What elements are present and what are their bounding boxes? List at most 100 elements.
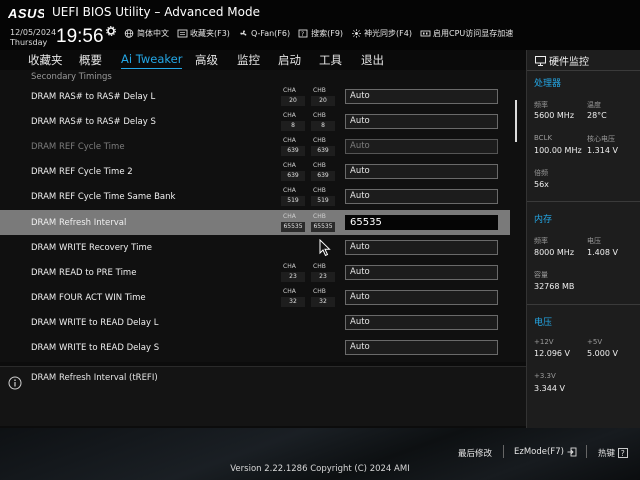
channel-a-value: 639: [281, 171, 305, 182]
aura-icon: [352, 29, 362, 38]
cpu-freq-label: 频率: [534, 101, 548, 109]
channel-a-value: 8: [281, 121, 305, 132]
day-text: Thursday: [10, 38, 48, 47]
channel-a-label: CHA: [283, 112, 296, 120]
v5-value: 5.000 V: [587, 349, 618, 358]
last-modified-button[interactable]: 最后修改: [458, 447, 492, 459]
setting-row[interactable]: DRAM WRITE Recovery Time Auto: [0, 235, 510, 260]
memory-icon: [420, 30, 431, 37]
hw-monitor-title: 硬件监控: [535, 53, 589, 68]
tab-boot[interactable]: 启动: [278, 52, 301, 68]
setting-value-input[interactable]: Auto: [345, 239, 498, 255]
setting-value-input[interactable]: Auto: [345, 289, 498, 305]
search-button[interactable]: ? 搜索(F9): [298, 28, 343, 39]
channel-a-label: CHA: [283, 137, 296, 145]
channel-b: CHB 32: [311, 287, 335, 307]
channel-b-value: 23: [311, 271, 335, 282]
setting-value-input[interactable]: Auto: [345, 314, 498, 330]
gear-icon[interactable]: [106, 26, 116, 36]
tab-monitor[interactable]: 监控: [237, 52, 260, 68]
ezmode-label: EzMode(F7): [514, 447, 564, 457]
memory-section-title: 内存: [534, 215, 553, 225]
tab-main[interactable]: 概要: [79, 52, 102, 68]
tab-exit[interactable]: 退出: [361, 52, 384, 68]
monitor-icon: [535, 55, 546, 66]
mem-volt-value: 1.408 V: [587, 248, 618, 257]
channel-b-label: CHB: [313, 137, 326, 145]
channel-a-label: CHA: [283, 262, 296, 270]
ezmode-button[interactable]: EzMode(F7): [514, 447, 577, 457]
setting-row[interactable]: DRAM REF Cycle Time Same Bank CHA 519 CH…: [0, 184, 510, 209]
language-button[interactable]: 简体中文: [124, 28, 169, 39]
bclk-value: 100.00 MHz: [534, 146, 582, 155]
tab-ai-tweaker[interactable]: Ai Tweaker: [121, 52, 183, 69]
language-label: 简体中文: [137, 29, 169, 38]
last-modified-label: 最后修改: [458, 449, 493, 459]
setting-label: DRAM Refresh Interval: [31, 217, 127, 228]
channel-a-value: 32: [281, 296, 305, 307]
channel-a-label: CHA: [283, 162, 296, 170]
channel-a-label: CHA: [283, 212, 296, 220]
fan-icon: [240, 30, 247, 36]
favorites-button[interactable]: 收藏夹(F3): [177, 28, 230, 39]
setting-row[interactable]: DRAM WRITE to READ Delay L Auto: [0, 310, 510, 335]
main-nav: 收藏夹 概要 Ai Tweaker 高级 监控 启动 工具 退出: [0, 50, 526, 70]
setting-value-input[interactable]: Auto: [345, 89, 498, 104]
setting-row[interactable]: DRAM RAS# to RAS# Delay S CHA 8 CHB 8 Au…: [0, 109, 510, 134]
date-display[interactable]: 12/05/2024 Thursday: [10, 28, 56, 48]
setting-value-input[interactable]: Auto: [345, 114, 498, 130]
channel-b-label: CHB: [313, 212, 326, 220]
setting-row[interactable]: DRAM FOUR ACT WIN Time CHA 32 CHB 32 Aut…: [0, 285, 510, 310]
channel-b: CHB 639: [311, 161, 335, 182]
setting-label: DRAM READ to PRE Time: [31, 267, 137, 278]
clock[interactable]: 19:56: [56, 26, 104, 48]
setting-row[interactable]: DRAM REF Cycle Time 2 CHA 639 CHB 639 Au…: [0, 159, 510, 184]
logo-text: ASUS: [8, 6, 44, 20]
footer-divider: [503, 445, 504, 458]
mem-capacity-value: 32768 MB: [534, 282, 575, 291]
setting-row[interactable]: DRAM WRITE to READ Delay S Auto: [0, 335, 510, 360]
qfan-button[interactable]: Q-Fan(F6): [238, 28, 290, 39]
setting-row[interactable]: DRAM REF Cycle Time CHA 639 CHB 639 Auto: [0, 134, 510, 159]
toolbar: 简体中文 收藏夹(F3) Q-Fan(F6) ? 搜索(F9) 神光同步(F4)…: [124, 28, 521, 39]
mem-capacity-label: 容量: [534, 271, 548, 279]
resizable-bar-button[interactable]: 启用CPU访问显存加速: [420, 28, 513, 39]
channel-b-label: CHB: [313, 262, 326, 270]
setting-value-input[interactable]: Auto: [345, 164, 498, 180]
vcore-value: 1.314 V: [587, 146, 618, 155]
cpu-section-title: 处理器: [534, 79, 562, 89]
channel-b-label: CHB: [313, 112, 326, 120]
scrollbar[interactable]: [515, 100, 517, 142]
setting-value-input[interactable]: Auto: [345, 189, 498, 205]
tab-favorites[interactable]: 收藏夹: [28, 52, 63, 68]
setting-row[interactable]: DRAM READ to PRE Time CHA 23 CHB 23 Auto: [0, 260, 510, 285]
channel-a: CHA 519: [281, 186, 305, 207]
setting-row[interactable]: DRAM RAS# to RAS# Delay L CHA 20 CHB 20 …: [0, 84, 510, 109]
hotkeys-button[interactable]: 热键 ?: [598, 447, 628, 459]
date-text: 12/05/2024: [10, 28, 57, 37]
tab-advanced[interactable]: 高级: [195, 52, 218, 68]
info-icon: [8, 376, 22, 390]
resizable-bar-label: 启用CPU访问显存加速: [433, 29, 514, 38]
setting-value-input[interactable]: Auto: [345, 340, 498, 355]
setting-row[interactable]: DRAM Refresh Interval CHA 65535 CHB 6553…: [0, 209, 510, 235]
v12-value: 12.096 V: [534, 349, 571, 358]
mouse-cursor-icon: [319, 239, 331, 257]
question-icon: ?: [618, 448, 628, 458]
divider: [527, 70, 640, 71]
qfan-label: Q-Fan(F6): [250, 29, 291, 38]
channel-a: CHA 65535: [281, 212, 305, 232]
channel-a-label: CHA: [283, 87, 296, 94]
tab-tool[interactable]: 工具: [319, 52, 342, 68]
version-text: Version 2.22.1286 Copyright (C) 2024 AMI: [230, 464, 410, 474]
setting-value-input[interactable]: Auto: [345, 139, 498, 155]
setting-value-input[interactable]: Auto: [345, 264, 498, 280]
aura-sync-button[interactable]: 神光同步(F4): [351, 28, 412, 39]
svg-text:?: ?: [301, 31, 304, 38]
channel-a-label: CHA: [283, 287, 296, 295]
section-title: Secondary Timings: [31, 72, 112, 82]
setting-value-input[interactable]: 65535: [345, 214, 498, 230]
channel-a-value: 639: [281, 146, 305, 157]
favorites-label: 收藏夹(F3): [190, 29, 230, 38]
globe-icon: [124, 29, 134, 38]
